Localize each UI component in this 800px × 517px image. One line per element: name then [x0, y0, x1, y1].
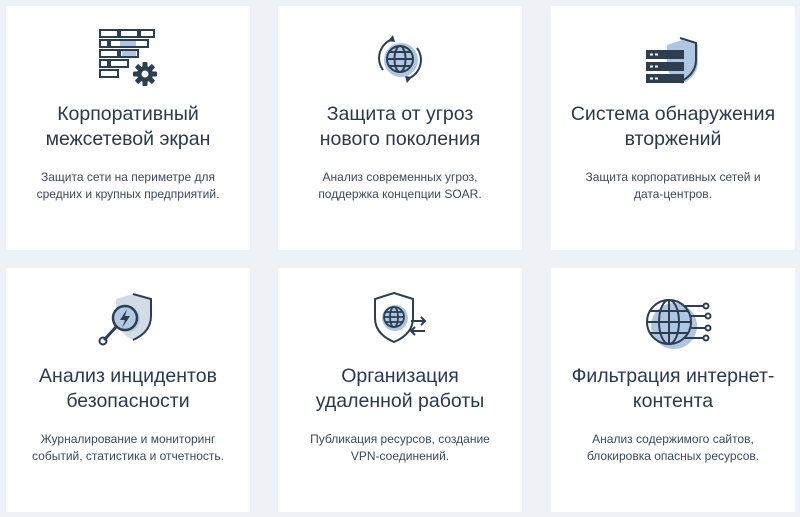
globe-rotate-icon [278, 24, 522, 96]
card-description: Анализ современных угроз, поддержка конц… [318, 170, 482, 201]
vpn-shield-icon [278, 286, 522, 358]
globe-filter-icon [551, 286, 795, 358]
card-title: Анализ инцидентов безопасности [39, 365, 217, 412]
card-next-gen-threat-protection[interactable]: Защита от угроз нового поколения Анализ … [278, 6, 522, 250]
card-description: Защита сети на периметре для средних и к… [36, 170, 220, 201]
card-description: Публикация ресурсов, создание VPN-соедин… [310, 432, 490, 463]
card-title: Система обнаружения вторжений [570, 103, 776, 150]
card-intrusion-detection[interactable]: Система обнаружения вторжений Защита кор… [551, 6, 795, 250]
card-description: Защита корпоративных сетей и дата-центро… [585, 170, 761, 201]
card-title: Фильтрация интернет- контента [571, 365, 775, 412]
server-shield-icon [551, 24, 795, 96]
magnifier-shield-icon [6, 286, 250, 358]
card-description: Анализ содержимого сайтов, блокировка оп… [586, 432, 760, 463]
card-title: Защита от угроз нового поколения [319, 103, 481, 150]
card-title: Организация удаленной работы [315, 365, 485, 412]
card-remote-work[interactable]: Организация удаленной работы Публикация … [278, 268, 522, 512]
product-grid: Корпоративный межсетевой экран Защита се… [0, 0, 800, 517]
card-incident-analysis[interactable]: Анализ инцидентов безопасности Журналиро… [6, 268, 250, 512]
card-corporate-firewall[interactable]: Корпоративный межсетевой экран Защита се… [6, 6, 250, 250]
card-title: Корпоративный межсетевой экран [45, 103, 211, 150]
card-internet-content-filtering[interactable]: Фильтрация интернет- контента Анализ сод… [551, 268, 795, 512]
firewall-gear-icon [6, 24, 250, 96]
card-description: Журналирование и мониторинг событий, ста… [32, 432, 224, 463]
